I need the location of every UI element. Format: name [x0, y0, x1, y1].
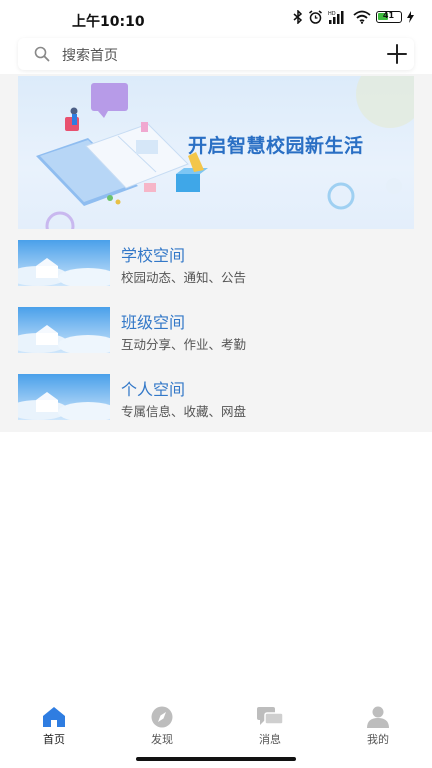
home-indicator [136, 757, 296, 761]
status-icons: HD 41 [293, 10, 414, 24]
class-space-thumbnail [18, 307, 110, 353]
battery-level-text: 41 [382, 11, 395, 20]
personal-space-title: 个人空间 [121, 380, 186, 399]
search-row: 搜索首页 [0, 38, 432, 74]
tab-messages-label: 消息 [259, 733, 281, 746]
chat-icon [257, 707, 283, 725]
compass-icon [151, 706, 173, 728]
school-space-thumbnail [18, 240, 110, 286]
alarm-icon [309, 10, 322, 24]
status-time: 上午10:10 [72, 14, 145, 30]
school-space-subtitle: 校园动态、通知、公告 [121, 270, 247, 285]
list-item-school-space[interactable]: 学校空间 校园动态、通知、公告 [0, 230, 432, 297]
charging-icon [407, 11, 414, 23]
tab-home-label: 首页 [43, 733, 65, 746]
home-icon [43, 707, 65, 727]
banner[interactable]: 开启智慧校园新生活 [18, 76, 414, 229]
tab-messages[interactable]: 消息 [230, 706, 310, 748]
search-icon [34, 46, 50, 62]
user-icon [367, 706, 389, 728]
personal-space-subtitle: 专属信息、收藏、网盘 [121, 404, 247, 419]
tab-discover[interactable]: 发现 [122, 706, 202, 748]
search-placeholder: 搜索首页 [62, 48, 118, 64]
search-input[interactable]: 搜索首页 [18, 38, 414, 70]
list-item-personal-space[interactable]: 个人空间 专属信息、收藏、网盘 [0, 364, 432, 431]
tab-me-label: 我的 [367, 733, 389, 746]
status-bar: 上午10:10 HD 41 [0, 0, 432, 38]
banner-title: 开启智慧校园新生活 [188, 135, 364, 157]
battery-icon: 41 [376, 11, 402, 23]
hd-signal-icon: HD [328, 11, 344, 24]
bluetooth-icon [293, 10, 303, 24]
svg-text:HD: HD [328, 11, 336, 17]
personal-space-thumbnail [18, 374, 110, 420]
school-space-title: 学校空间 [121, 246, 186, 265]
tab-discover-label: 发现 [151, 733, 173, 746]
tab-me[interactable]: 我的 [338, 706, 418, 748]
wifi-icon [353, 10, 371, 24]
tab-home[interactable]: 首页 [14, 706, 94, 748]
class-space-subtitle: 互动分享、作业、考勤 [121, 337, 247, 352]
add-icon[interactable] [386, 43, 408, 65]
list-item-class-space[interactable]: 班级空间 互动分享、作业、考勤 [0, 297, 432, 364]
class-space-title: 班级空间 [121, 313, 186, 332]
